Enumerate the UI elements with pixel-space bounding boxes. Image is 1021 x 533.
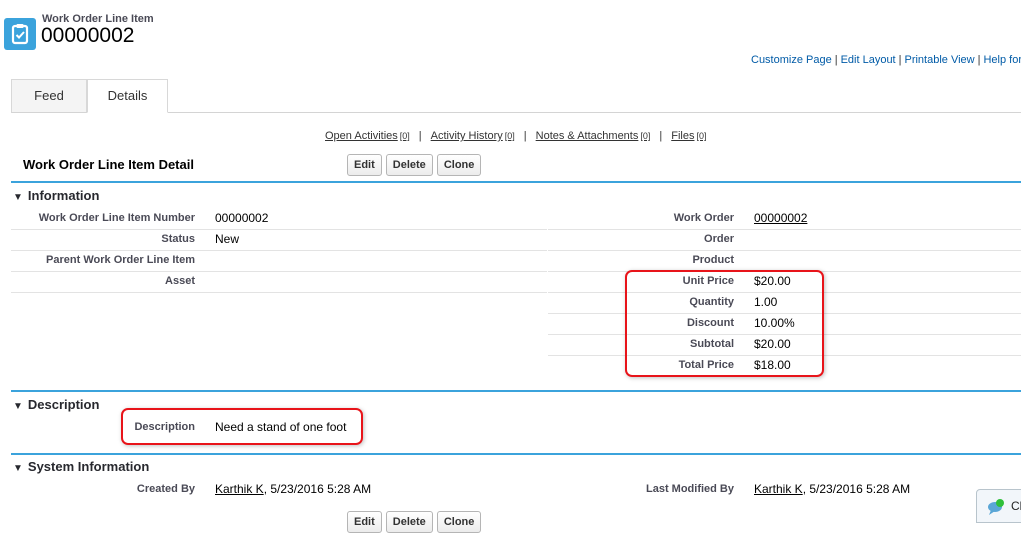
edit-button-bottom[interactable]: Edit <box>347 511 382 533</box>
row-divider <box>11 250 547 251</box>
edit-button[interactable]: Edit <box>347 154 382 176</box>
delete-button-bottom[interactable]: Delete <box>385 511 433 533</box>
section-divider <box>11 181 1021 183</box>
row-divider <box>548 250 1021 251</box>
tab-feed[interactable]: Feed <box>11 79 87 113</box>
notes-attachments-link[interactable]: Notes & Attachments <box>536 130 639 142</box>
work-order-link[interactable]: 00000002 <box>754 211 807 225</box>
tab-details[interactable]: Details <box>87 79 168 113</box>
detail-buttons: Edit Delete Clone <box>347 154 482 176</box>
modified-date: , 5/23/2016 5:28 AM <box>802 482 911 496</box>
activity-history-link[interactable]: Activity History <box>431 130 503 142</box>
printable-view-link[interactable]: Printable View <box>904 54 974 66</box>
clone-button[interactable]: Clone <box>436 154 482 176</box>
edit-layout-link[interactable]: Edit Layout <box>841 54 896 66</box>
created-by-value: Karthik K, 5/23/2016 5:28 AM <box>215 482 371 496</box>
open-activities-count[interactable]: [0] <box>400 131 410 141</box>
collapse-triangle-icon: ▼ <box>13 463 23 474</box>
page-links: Customize Page | Edit Layout | Printable Vie… <box>751 54 1021 66</box>
separator: | <box>977 54 981 66</box>
field-value: 00000002 <box>215 211 269 225</box>
separator: | <box>659 130 663 142</box>
clipboard-check-icon <box>4 18 36 50</box>
section-description-header[interactable]: ▼ Description <box>13 397 99 412</box>
row-divider <box>11 271 547 272</box>
notes-attachments-count[interactable]: [0] <box>640 131 650 141</box>
created-date: , 5/23/2016 5:28 AM <box>263 482 372 496</box>
row-divider <box>11 229 547 230</box>
delete-button[interactable]: Delete <box>385 154 433 176</box>
section-title: Description <box>27 397 100 412</box>
section-divider <box>11 390 1021 392</box>
modified-by-user-link[interactable]: Karthik K <box>754 482 803 496</box>
separator: | <box>898 54 902 66</box>
separator: | <box>834 54 838 66</box>
description-highlight-box <box>121 408 363 445</box>
help-link[interactable]: Help for t <box>983 54 1021 66</box>
pricing-highlight-box <box>625 270 824 377</box>
chat-label: Cl <box>1011 499 1021 513</box>
last-modified-by-label: Last Modified By <box>645 483 734 495</box>
section-divider <box>11 453 1021 455</box>
created-by-user-link[interactable]: Karthik K <box>215 482 264 496</box>
section-title: System Information <box>27 459 150 474</box>
field-label: Product <box>692 254 734 266</box>
created-by-label: Created By <box>136 483 195 495</box>
row-divider <box>548 229 1021 230</box>
field-label: Asset <box>165 275 195 287</box>
activity-history-count[interactable]: [0] <box>505 131 515 141</box>
open-activities-link[interactable]: Open Activities <box>325 130 398 142</box>
section-information-header[interactable]: ▼ Information <box>13 188 99 203</box>
collapse-triangle-icon: ▼ <box>13 192 23 203</box>
last-modified-by-value: Karthik K, 5/23/2016 5:28 AM <box>754 482 910 496</box>
files-link[interactable]: Files <box>671 130 694 142</box>
section-title: Information <box>27 188 100 203</box>
files-count[interactable]: [0] <box>696 131 706 141</box>
related-list-links: Open Activities [0] | Activity History [0] | N… <box>325 130 706 142</box>
bottom-detail-buttons: Edit Delete Clone <box>347 511 482 533</box>
chat-bubble-icon <box>988 499 1004 515</box>
field-label: Parent Work Order Line Item <box>46 254 195 266</box>
section-system-header[interactable]: ▼ System Information <box>13 459 149 474</box>
separator: | <box>523 130 527 142</box>
clone-button-bottom[interactable]: Clone <box>436 511 482 533</box>
record-title: 00000002 <box>41 24 135 47</box>
field-label: Order <box>704 233 734 245</box>
field-label: Work Order <box>673 212 734 224</box>
row-divider <box>11 292 547 293</box>
collapse-triangle-icon: ▼ <box>13 401 23 412</box>
detail-title: Work Order Line Item Detail <box>23 157 194 172</box>
work-order-value: 00000002 <box>754 211 807 225</box>
separator: | <box>418 130 422 142</box>
customize-page-link[interactable]: Customize Page <box>751 54 832 66</box>
field-value: New <box>215 232 240 246</box>
field-label: Work Order Line Item Number <box>38 212 195 224</box>
field-label: Status <box>161 233 195 245</box>
